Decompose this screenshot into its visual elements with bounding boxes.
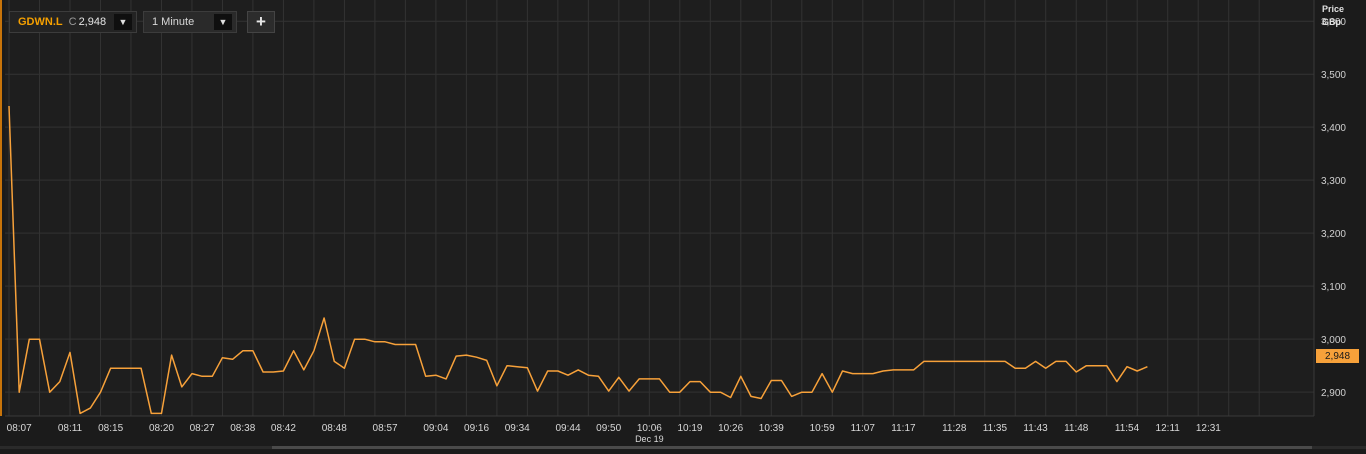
x-tick-label: 10:39 <box>759 423 784 434</box>
y-tick-label: 3,300 <box>1321 176 1346 187</box>
x-tick-label: 08:20 <box>149 423 174 434</box>
y-tick-label: 3,500 <box>1321 70 1346 81</box>
x-tick-label: 12:11 <box>1156 423 1181 434</box>
price-chart[interactable]: 2,9003,0003,1003,2003,3003,4003,5003,600… <box>0 0 1366 449</box>
x-tick-label: 10:19 <box>677 423 702 434</box>
x-tick-label: 08:48 <box>322 423 347 434</box>
x-tick-label: 09:44 <box>556 423 581 434</box>
x-tick-label: 08:07 <box>7 423 32 434</box>
x-tick-label: 09:34 <box>505 423 530 434</box>
x-tick-label: 08:11 <box>58 423 83 434</box>
x-tick-label: 09:50 <box>596 423 621 434</box>
x-tick-label: 11:48 <box>1064 423 1089 434</box>
x-tick-label: 12:31 <box>1196 423 1221 434</box>
x-tick-label: 11:35 <box>983 423 1008 434</box>
chart-toolbar: GDWN.L C 2,948 ▼ 1 Minute ▼ + <box>9 10 275 34</box>
y-tick-label: 3,200 <box>1321 229 1346 240</box>
x-tick-label: 10:06 <box>637 423 662 434</box>
left-edge-bar <box>0 0 2 416</box>
interval-selector[interactable]: 1 Minute ▼ <box>143 11 237 33</box>
chevron-down-icon[interactable]: ▼ <box>114 14 132 30</box>
y-tick-label: 3,400 <box>1321 123 1346 134</box>
x-tick-label: 10:26 <box>718 423 743 434</box>
chart-area[interactable]: 2,900 3,000 3,100 3,200 3,300 3,400 3,500 3,600… <box>0 0 1366 449</box>
x-tick-label: 11:43 <box>1023 423 1048 434</box>
y-tick-label: 2,900 <box>1321 388 1346 399</box>
plot-area <box>5 0 1314 416</box>
x-tick-label: 08:57 <box>373 423 398 434</box>
y-axis-title-unit: GBp <box>1322 17 1341 27</box>
x-tick-label: 11:17 <box>891 423 916 434</box>
x-tick-label: 11:54 <box>1115 423 1140 434</box>
close-prefix: C <box>68 16 77 28</box>
x-tick-label: 08:38 <box>230 423 255 434</box>
y-axis-title: Price GBp <box>1322 3 1344 29</box>
x-tick-label: 09:16 <box>464 423 489 434</box>
interval-label: 1 Minute <box>152 16 195 28</box>
last-price-badge: 2,948 <box>1316 349 1359 363</box>
x-tick-label: 08:15 <box>98 423 123 434</box>
y-tick-label: 3,000 <box>1321 335 1346 346</box>
chevron-down-icon[interactable]: ▼ <box>214 14 232 30</box>
x-tick-label: 10:59 <box>810 423 835 434</box>
y-tick-label: 3,100 <box>1321 282 1346 293</box>
x-tick-label: 08:42 <box>271 423 296 434</box>
symbol-selector[interactable]: GDWN.L C 2,948 ▼ <box>9 11 137 33</box>
symbol-label: GDWN.L <box>18 16 63 28</box>
x-tick-label: 08:27 <box>190 423 215 434</box>
x-tick-label: 11:07 <box>851 423 876 434</box>
add-icon[interactable]: + <box>247 11 275 33</box>
close-value: 2,948 <box>78 16 107 28</box>
x-tick-label: 11:28 <box>942 423 967 434</box>
date-label: Dec 19 <box>635 434 664 444</box>
y-axis-title-price: Price <box>1322 4 1345 14</box>
x-tick-label: 09:04 <box>423 423 448 434</box>
